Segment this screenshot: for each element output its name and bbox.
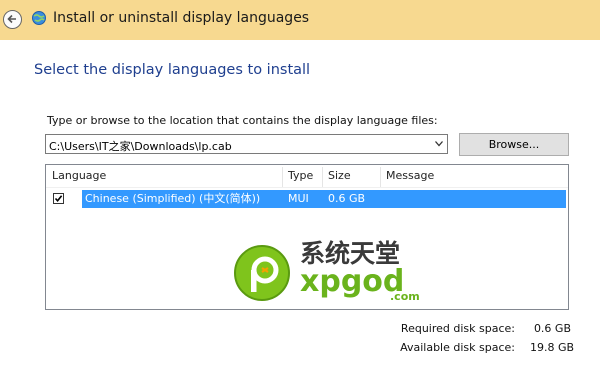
required-space-label: Required disk space: (400, 322, 515, 335)
back-button[interactable] (3, 10, 22, 29)
language-app-icon (32, 11, 46, 25)
column-header-type[interactable]: Type (288, 165, 313, 187)
column-header-message[interactable]: Message (386, 165, 434, 187)
window-title: Install or uninstall display languages (53, 10, 310, 26)
table-row[interactable]: Chinese (Simplified) (中文(简体)) MUI 0.6 GB (46, 190, 568, 208)
language-checkbox[interactable] (53, 193, 64, 204)
chevron-down-icon[interactable] (435, 141, 443, 147)
required-space-value: 0.6 GB (533, 322, 571, 335)
path-input[interactable]: C:\Users\IT之家\Downloads\lp.cab (49, 138, 232, 154)
back-arrow-icon (7, 14, 16, 24)
column-separator (282, 167, 283, 187)
row-selection: Chinese (Simplified) (中文(简体)) MUI 0.6 GB (82, 190, 566, 208)
watermark-domain: .com (390, 290, 420, 303)
column-separator (322, 167, 323, 187)
browse-button[interactable]: Browse... (459, 133, 569, 156)
column-separator (380, 167, 381, 187)
page-heading: Select the display languages to install (34, 62, 311, 78)
xpgod-logo-icon (234, 245, 290, 301)
path-label: Type or browse to the location that cont… (47, 114, 438, 127)
column-header-size[interactable]: Size (328, 165, 351, 187)
xpgod-watermark: 系统天堂 xpgod .com (234, 239, 420, 303)
cell-language: Chinese (Simplified) (中文(简体)) (85, 192, 261, 205)
cell-size: 0.6 GB (328, 192, 366, 205)
header-divider (46, 187, 568, 188)
cell-type: MUI (288, 192, 309, 205)
path-combobox[interactable]: C:\Users\IT之家\Downloads\lp.cab (45, 134, 448, 154)
available-space-label: Available disk space: (400, 341, 515, 354)
checkmark-icon (54, 195, 63, 203)
title-bar: Install or uninstall display languages (0, 0, 600, 40)
column-header-language[interactable]: Language (52, 165, 106, 187)
watermark-brand: xpgod (300, 264, 404, 299)
available-space-value: 19.8 GB (530, 341, 575, 354)
